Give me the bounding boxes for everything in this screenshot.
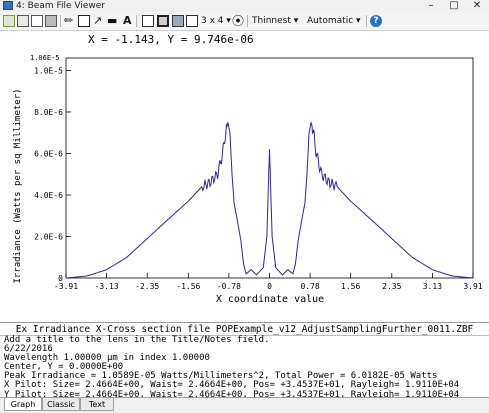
toolbar-separator (136, 15, 137, 27)
x-tick-label: 0.78 (300, 282, 319, 291)
line-icon[interactable]: ▬ (107, 14, 117, 28)
x-axis-label: X coordinate value (216, 294, 324, 305)
window-icon[interactable] (186, 15, 198, 27)
thinness-dropdown[interactable]: Thinnest ▾ (252, 14, 298, 28)
toolbar: ✏ ↗ ▬ A 3 x 4 ▾ ⦿ Thinnest ▾ Automatic ▾… (0, 12, 489, 31)
x-tick-label: 3.91 (463, 282, 482, 291)
x-tick-label: 2.35 (382, 282, 401, 291)
chart-caption: Ex Irradiance X-Cross section file POPEx… (15, 324, 474, 335)
x-tick-label: 1.56 (341, 282, 360, 291)
toolbar-separator (60, 15, 61, 27)
scale-label: Automatic (307, 16, 354, 26)
minimize-icon[interactable]: – (420, 0, 442, 12)
toolbar-separator (247, 15, 248, 27)
divider (0, 322, 489, 323)
copy-icon[interactable] (31, 15, 43, 27)
y-axis-label: Irradiance (Watts per sq Millimeter) (13, 88, 23, 283)
grid-layout-dropdown[interactable]: 3 x 4 ▾ (201, 14, 231, 28)
thinness-label: Thinnest (252, 16, 291, 26)
grid-layout-label: 3 x 4 (201, 16, 224, 26)
x-tick-label: -0.78 (217, 282, 241, 291)
window-title: 4: Beam File Viewer (16, 1, 105, 11)
target-icon[interactable]: ⦿ (232, 14, 244, 28)
text-icon[interactable]: A (123, 14, 132, 28)
tab-text[interactable]: Text (80, 398, 114, 411)
x-tick-label: 0 (267, 282, 272, 291)
y-tick-label: 6.0E-6 (34, 149, 63, 158)
info-block: Add a title to the lens in the Title/Not… (4, 335, 459, 400)
y-axis: 02.0E-64.0E-66.0E-68.0E-61.0E-5 (34, 66, 71, 283)
x-tick-label: -3.91 (54, 282, 78, 291)
x-axis: -3.91 -3.13 -2.35 -1.56 -0.78 0 0.78 1.56 2.35 3.… (54, 273, 483, 291)
y-tick-label: 1.0E-5 (34, 66, 63, 75)
x-tick-label: -3.13 (95, 282, 119, 291)
y-tick-label: 4.0E-6 (34, 191, 63, 200)
series-group (65, 122, 474, 279)
tab-bar: Graph Classic Text (0, 397, 489, 413)
arrow-icon[interactable]: ↗ (93, 14, 102, 28)
maximize-icon[interactable]: □ (443, 0, 465, 12)
refresh-icon[interactable] (3, 15, 15, 27)
y-tick-label: 8.0E-6 (34, 108, 63, 117)
x-tick-label: -2.35 (135, 282, 159, 291)
plot-frame (65, 57, 474, 279)
rectangle-icon[interactable] (78, 15, 90, 27)
x-tick-label: -1.56 (176, 282, 200, 291)
help-icon[interactable]: ? (370, 15, 382, 27)
x-tick-label: 3.13 (423, 282, 442, 291)
irradiance-series-line (65, 122, 474, 279)
tab-graph[interactable]: Graph (4, 398, 42, 411)
fit-icon[interactable] (157, 15, 169, 27)
title-bar: 4: Beam File Viewer – □ ✕ (0, 0, 489, 12)
y-max-label: 1.06E-5 (30, 54, 60, 62)
settings-icon[interactable] (17, 15, 29, 27)
print-icon[interactable] (45, 15, 57, 27)
zoom-icon[interactable] (142, 15, 154, 27)
pencil-icon[interactable]: ✏ (64, 14, 73, 28)
y-tick-label: 2.0E-6 (34, 232, 63, 241)
scale-dropdown[interactable]: Automatic ▾ (307, 14, 361, 28)
info-line: Add a title to the lens in the Title/Not… (4, 335, 270, 345)
app-icon (3, 1, 13, 10)
save-icon[interactable] (172, 15, 184, 27)
toolbar-separator (366, 15, 367, 27)
cursor-readout: X = -1.143, Y = 9.746e-06 (88, 33, 254, 46)
close-icon[interactable]: ✕ (466, 0, 488, 12)
tab-classic[interactable]: Classic (42, 398, 80, 411)
irradiance-chart: 02.0E-64.0E-66.0E-68.0E-61.0E-5 -3.91 -3.… (13, 54, 483, 305)
